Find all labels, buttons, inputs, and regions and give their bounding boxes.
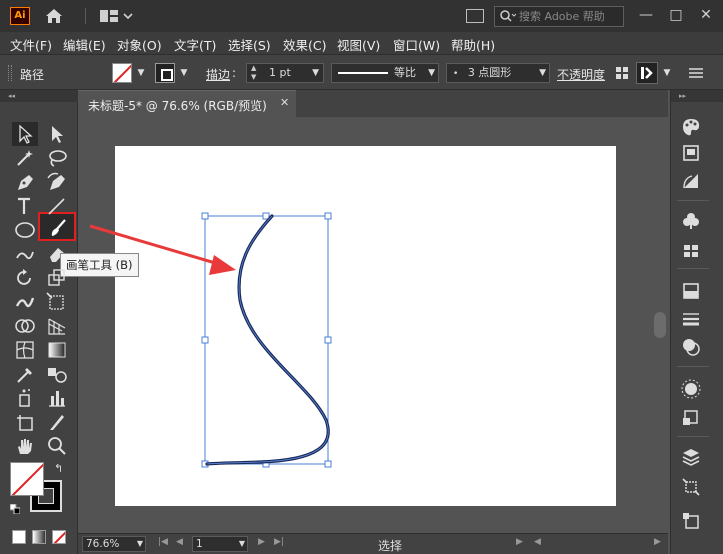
scale-tool-icon[interactable]	[44, 266, 70, 290]
vertical-scrollbar-thumb[interactable]	[654, 312, 666, 338]
status-text: 选择	[378, 539, 403, 553]
dock-separator	[677, 366, 709, 367]
transparency-panel-icon[interactable]	[680, 280, 702, 302]
color-mode-icon[interactable]	[12, 530, 26, 544]
artboards-panel-icon[interactable]	[680, 510, 702, 532]
gradient-panel-icon[interactable]	[680, 170, 702, 192]
blend-tool-icon[interactable]	[44, 362, 70, 386]
layers-panel-icon[interactable]	[680, 446, 702, 468]
appearance-panel-icon[interactable]	[680, 336, 702, 358]
hand-tool-icon[interactable]	[12, 434, 38, 458]
bounding-box-handles[interactable]	[201, 212, 332, 468]
direct-selection-tool-icon[interactable]	[44, 122, 70, 146]
symbol-sprayer-tool-icon[interactable]	[12, 386, 38, 410]
swap-fill-stroke-icon[interactable]: ↰	[54, 462, 63, 475]
shape-builder-tool-icon[interactable]	[12, 314, 38, 338]
gradient-mode-icon[interactable]	[32, 530, 46, 544]
expand-panels-icon[interactable]: ▸▸	[671, 90, 723, 102]
first-artboard-icon[interactable]: |◀	[158, 537, 168, 547]
selection-tool-icon[interactable]	[12, 122, 38, 146]
scroll-right-icon[interactable]: ▶	[654, 537, 661, 547]
symbols-panel-icon[interactable]	[680, 210, 702, 232]
brush-stroke-path[interactable]	[205, 214, 330, 466]
collapse-panel-icon[interactable]: ◂◂	[0, 90, 78, 102]
artboard-tool-icon[interactable]	[12, 410, 38, 434]
right-panel-dock: ▸▸	[670, 90, 723, 554]
eyedropper-tool-icon[interactable]	[12, 362, 38, 386]
curvature-tool-icon[interactable]	[44, 170, 70, 194]
magic-wand-tool-icon[interactable]	[12, 146, 38, 170]
status-menu-arrow-icon[interactable]: ▶	[516, 537, 523, 547]
selection-bounding-box	[204, 215, 329, 465]
tools-panel: ◂◂ 画笔工具 (B) ↰	[0, 90, 139, 554]
zoom-tool-icon[interactable]	[44, 434, 70, 458]
previous-artboard-icon[interactable]: ◀	[176, 537, 183, 547]
gradient-tool-icon[interactable]	[44, 338, 70, 362]
artboard-number: 1	[196, 538, 203, 550]
swatches-panel-icon[interactable]	[680, 240, 702, 262]
mesh-tool-icon[interactable]	[12, 338, 38, 362]
dock-separator	[677, 200, 709, 201]
line-segment-tool-icon[interactable]	[44, 194, 70, 218]
default-fill-stroke-icon[interactable]	[9, 503, 21, 515]
annotation-arrowhead	[209, 255, 236, 275]
graphic-styles-panel-icon[interactable]	[680, 378, 702, 400]
zoom-level-input[interactable]: 76.6% ▼	[82, 536, 146, 552]
dock-separator	[677, 268, 709, 269]
status-bar: 76.6% ▼ |◀ ◀ 1 ▼ ▶ ▶| 选择 ▶ ◀ ▶	[78, 533, 668, 554]
column-graph-tool-icon[interactable]	[44, 386, 70, 410]
type-tool-icon[interactable]	[12, 194, 38, 218]
lasso-tool-icon[interactable]	[44, 146, 70, 170]
chevron-down-icon: ▼	[238, 539, 245, 548]
transform-panel-icon[interactable]	[680, 476, 702, 498]
free-transform-tool-icon[interactable]	[44, 290, 70, 314]
pen-tool-icon[interactable]	[12, 170, 38, 194]
rotate-tool-icon[interactable]	[12, 266, 38, 290]
artboard-number-input[interactable]: 1 ▼	[192, 536, 248, 552]
perspective-grid-tool-icon[interactable]	[44, 314, 70, 338]
zoom-value: 76.6%	[86, 538, 120, 550]
chevron-down-icon: ▼	[136, 539, 143, 548]
path-outline	[206, 215, 329, 465]
next-artboard-icon[interactable]: ▶	[258, 537, 265, 547]
stroke-panel-icon[interactable]	[680, 308, 702, 330]
color-guide-panel-icon[interactable]	[680, 142, 702, 164]
slice-tool-icon[interactable]	[44, 410, 70, 434]
tool-tooltip: 画笔工具 (B)	[60, 253, 139, 277]
ellipse-tool-icon[interactable]	[12, 218, 38, 242]
last-artboard-icon[interactable]: ▶|	[274, 537, 284, 547]
color-panel-icon[interactable]	[680, 116, 702, 138]
none-mode-icon[interactable]	[52, 530, 66, 544]
scroll-left-icon[interactable]: ◀	[534, 537, 541, 547]
dock-separator	[677, 436, 709, 437]
artwork-overlay	[89, 212, 332, 468]
fill-color-box[interactable]	[10, 462, 44, 496]
shaper-tool-icon[interactable]	[12, 242, 38, 266]
links-panel-icon[interactable]	[680, 406, 702, 428]
paintbrush-tool-icon[interactable]	[46, 216, 72, 240]
warp-tool-icon[interactable]	[12, 290, 38, 314]
